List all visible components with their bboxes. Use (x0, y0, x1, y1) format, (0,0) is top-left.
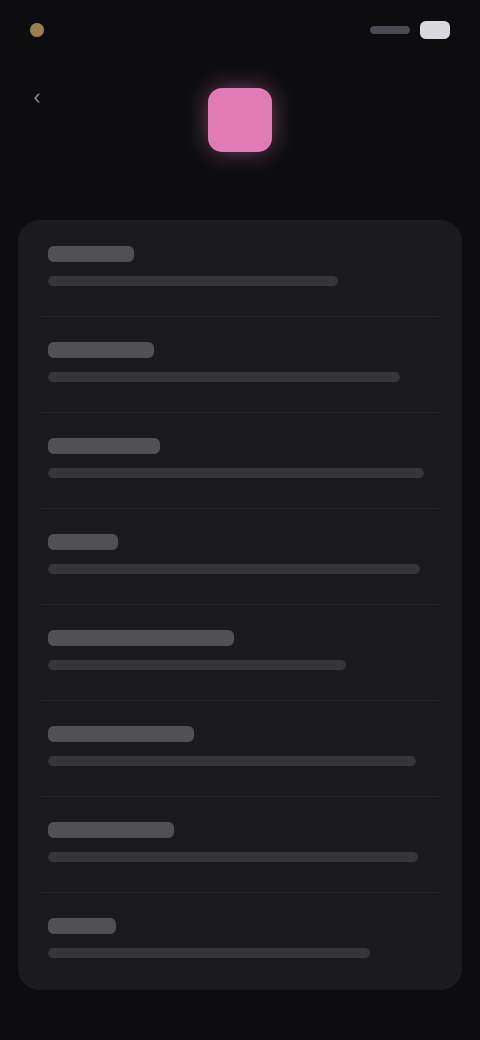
settings-item[interactable] (18, 412, 462, 508)
item-title-placeholder (48, 438, 160, 454)
item-subtitle-placeholder (48, 372, 400, 382)
signal-icon (370, 26, 410, 34)
settings-item[interactable] (18, 508, 462, 604)
chevron-left-icon: ‹ (33, 84, 41, 109)
item-subtitle-placeholder (48, 948, 370, 958)
status-bar (0, 0, 480, 60)
status-left (30, 18, 52, 42)
item-title-placeholder (48, 342, 154, 358)
item-subtitle-placeholder (48, 660, 346, 670)
settings-item[interactable] (18, 700, 462, 796)
item-title-placeholder (48, 246, 134, 262)
settings-item[interactable] (18, 796, 462, 892)
settings-item[interactable] (18, 316, 462, 412)
item-title-placeholder (48, 726, 194, 742)
item-title-placeholder (48, 630, 234, 646)
settings-item[interactable] (18, 220, 462, 316)
settings-card (18, 220, 462, 990)
app-icon (208, 88, 272, 152)
back-button[interactable]: ‹ (22, 82, 52, 112)
item-title-placeholder (48, 822, 174, 838)
item-subtitle-placeholder (48, 468, 424, 478)
item-title-placeholder (48, 534, 118, 550)
item-subtitle-placeholder (48, 564, 420, 574)
status-right (370, 18, 450, 42)
item-subtitle-placeholder (48, 756, 416, 766)
status-dot-icon (30, 23, 44, 37)
settings-item[interactable] (18, 604, 462, 700)
item-title-placeholder (48, 918, 116, 934)
item-subtitle-placeholder (48, 276, 338, 286)
battery-icon (420, 21, 450, 39)
item-subtitle-placeholder (48, 852, 418, 862)
settings-item[interactable] (18, 892, 462, 988)
